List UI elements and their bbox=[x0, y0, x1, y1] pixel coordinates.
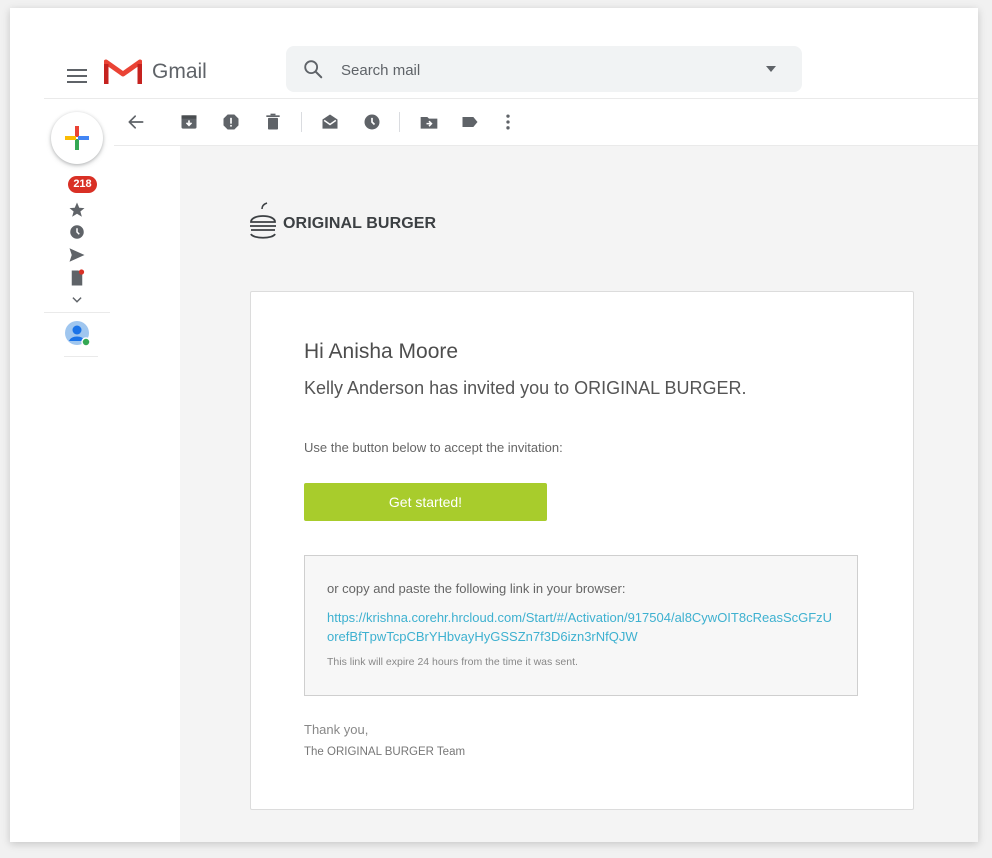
team-signature: The ORIGINAL BURGER Team bbox=[304, 746, 466, 758]
search-options-dropdown-icon[interactable] bbox=[765, 63, 777, 75]
report-spam-icon[interactable] bbox=[221, 112, 241, 132]
copy-link-text: or copy and paste the following link in … bbox=[327, 581, 626, 596]
gmail-window: Gmail Search mail 218 ORIGINAL BURGER Hi… bbox=[10, 8, 978, 842]
more-options-icon[interactable] bbox=[498, 112, 518, 132]
gmail-logo-icon bbox=[104, 59, 142, 84]
instruction-text: Use the button below to accept the invit… bbox=[304, 440, 563, 455]
header-divider bbox=[44, 98, 978, 99]
toolbar-separator bbox=[399, 112, 400, 132]
expand-more-icon[interactable] bbox=[70, 293, 84, 307]
search-bar[interactable] bbox=[286, 46, 802, 92]
trash-icon[interactable] bbox=[263, 112, 283, 132]
invite-line: Kelly Anderson has invited you to ORIGIN… bbox=[304, 378, 747, 398]
mark-unread-icon[interactable] bbox=[320, 112, 340, 132]
sign-off-text: Thank you, bbox=[304, 722, 369, 737]
search-icon[interactable] bbox=[302, 58, 324, 80]
label-icon[interactable] bbox=[460, 112, 480, 132]
drafts-icon[interactable] bbox=[68, 269, 86, 287]
back-arrow-icon[interactable] bbox=[126, 112, 146, 132]
snoozed-icon[interactable] bbox=[68, 223, 86, 241]
search-input[interactable] bbox=[339, 56, 743, 84]
user-avatar-icon[interactable] bbox=[65, 321, 91, 347]
rail-divider bbox=[44, 312, 110, 313]
toolbar-separator bbox=[301, 112, 302, 132]
invitation-card: Hi Anisha Moore Kelly Anderson has invit… bbox=[250, 291, 914, 810]
starred-icon[interactable] bbox=[68, 201, 86, 219]
brand-name: ORIGINAL BURGER bbox=[283, 215, 437, 232]
snooze-clock-icon[interactable] bbox=[362, 112, 382, 132]
compose-button[interactable] bbox=[51, 112, 103, 164]
link-fallback-box: or copy and paste the following link in … bbox=[304, 555, 858, 696]
compose-plus-icon bbox=[65, 126, 89, 150]
rail-divider bbox=[64, 356, 98, 357]
burger-logo-icon bbox=[250, 202, 276, 239]
gmail-logo-text: Gmail bbox=[152, 60, 207, 83]
main-menu-button[interactable] bbox=[67, 69, 87, 85]
sent-icon[interactable] bbox=[68, 246, 86, 264]
inbox-unread-badge[interactable]: 218 bbox=[68, 176, 97, 193]
greeting-text: Hi Anisha Moore bbox=[304, 340, 459, 363]
get-started-button[interactable]: Get started! bbox=[304, 483, 547, 521]
activation-link[interactable]: https://krishna.corehr.hrcloud.com/Start… bbox=[327, 608, 837, 646]
move-to-folder-icon[interactable] bbox=[419, 112, 439, 132]
archive-icon[interactable] bbox=[179, 112, 199, 132]
link-expiry-note: This link will expire 24 hours from the … bbox=[327, 656, 578, 668]
